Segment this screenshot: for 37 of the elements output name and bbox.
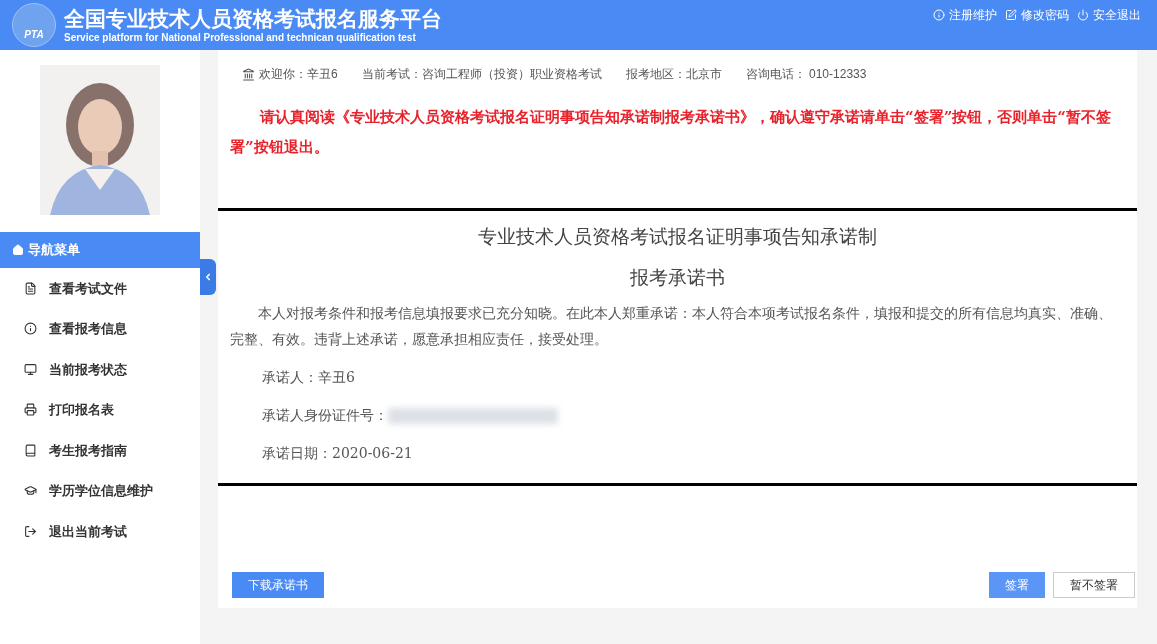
monitor-icon xyxy=(24,362,37,376)
book-icon xyxy=(24,443,37,457)
bank-icon xyxy=(242,67,255,81)
info-icon xyxy=(933,9,945,21)
document-title: 专业技术人员资格考试报名证明事项告知承诺制 xyxy=(477,225,878,249)
document-field: 承诺人：辛丑6 xyxy=(262,367,355,388)
site-title: 全国专业技术人员资格考试报名服务平台 xyxy=(64,5,442,32)
document-subtitle: 报考承诺书 xyxy=(629,265,726,290)
edit-icon xyxy=(1005,9,1017,21)
power-icon xyxy=(1077,9,1089,21)
document-icon xyxy=(24,281,37,295)
sidebar-item[interactable]: 打印报名表 xyxy=(0,389,200,430)
sidebar-item[interactable]: 考生报考指南 xyxy=(0,430,200,471)
info-icon xyxy=(24,322,37,336)
sidebar-item[interactable]: 查看报考信息 xyxy=(0,308,200,349)
sidebar-item[interactable]: 当前报考状态 xyxy=(0,349,200,390)
home-icon xyxy=(12,244,24,256)
document-paragraph: 本人对报考条件和报考信息填报要求已充分知晓。在此本人郑重承诺：本人符合本项考试报名条件，填报和提交的所有信息均真实、准确、完整、有效。违背上述承诺，愿意承担相应责任，接受处理。 xyxy=(230,304,1113,349)
sidebar-item[interactable]: 查看考试文件 xyxy=(0,268,200,309)
sidebar-item[interactable]: 退出当前考试 xyxy=(0,511,200,552)
info-text: 当前考试：咨询工程师（投资）职业资格考试 xyxy=(361,66,602,83)
info-text: 报考地区：北京市 xyxy=(625,66,722,83)
caret-left-icon xyxy=(203,272,213,282)
graduation-cap-icon xyxy=(24,484,37,498)
document-field: 承诺人身份证件号： xyxy=(262,405,388,426)
decline-button[interactable]: 暂不签署 xyxy=(1053,572,1135,598)
logo-text: PTA xyxy=(24,28,44,42)
printer-icon xyxy=(24,403,37,417)
notice-text: 请认真阅读《专业技术人员资格考试报名证明事项告知承诺制报考承诺书》，确认遵守承诺请单击“签署”按钮，否则单击“暂不签署”按钮退出。 xyxy=(230,107,1112,158)
document-field: 承诺日期：2020-06-21 xyxy=(262,443,413,464)
logout-icon xyxy=(24,524,37,538)
menu-title: 导航菜单 xyxy=(0,232,200,268)
collapse-tab[interactable] xyxy=(200,259,216,295)
sidebar-item[interactable]: 学历学位信息维护 xyxy=(0,470,200,511)
site-subtitle: Service platform for National Professional and technican qualification test xyxy=(64,31,417,45)
info-text: 欢迎你：辛丑6 xyxy=(259,66,338,83)
info-text: 咨询电话： 010-12333 xyxy=(745,66,867,83)
